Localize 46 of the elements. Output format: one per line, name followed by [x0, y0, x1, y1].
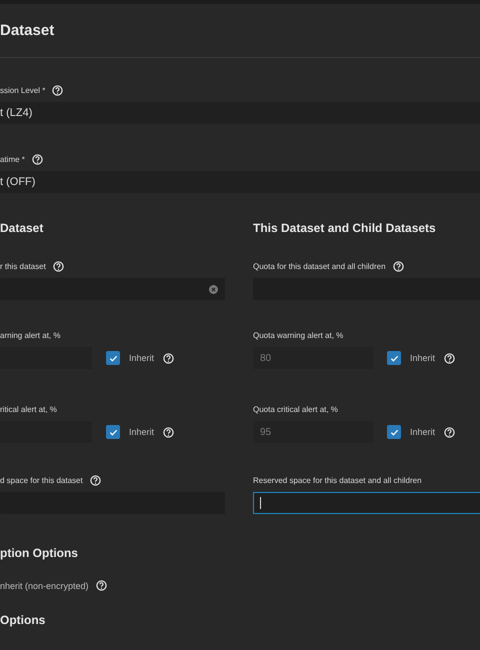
help-icon[interactable]: [32, 154, 43, 164]
field-label: Quota warning alert at, %: [253, 330, 344, 340]
checkbox-label: Inherit: [410, 427, 436, 437]
field-label: d space for this dataset: [0, 476, 83, 484]
checkmark-icon: [108, 428, 118, 436]
checkbox[interactable]: [106, 351, 120, 365]
option-label: nherit (non-encrypted): [0, 580, 89, 590]
text-cursor: [260, 497, 261, 509]
help-icon[interactable]: [392, 260, 404, 272]
field-label: Quota critical alert at, %: [253, 404, 338, 414]
section-title: Options: [0, 613, 46, 627]
field-label: Reserved space for this dataset and all children: [253, 476, 422, 484]
help-icon[interactable]: [444, 352, 456, 364]
checkbox[interactable]: [106, 425, 120, 439]
select-field[interactable]: t (OFF): [0, 171, 480, 193]
checkmark-icon: [108, 354, 118, 362]
clear-icon[interactable]: [209, 284, 218, 294]
field-label: ssion Level *: [0, 86, 46, 94]
checkbox[interactable]: [387, 425, 401, 439]
checkbox-label: Inherit: [410, 353, 436, 363]
section-title: Dataset: [0, 221, 44, 237]
help-icon[interactable]: [52, 260, 64, 272]
input-field[interactable]: [253, 492, 480, 514]
checkmark-icon: [390, 354, 398, 362]
help-icon[interactable]: [52, 84, 64, 96]
help-icon[interactable]: [90, 474, 101, 486]
field-label: Quota for this dataset and all children: [253, 262, 386, 270]
section-title: ption Options: [0, 546, 79, 560]
field-label: r this dataset: [0, 262, 46, 270]
field-label: arning alert at, %: [0, 330, 60, 340]
help-icon[interactable]: [96, 580, 107, 591]
select-field[interactable]: t (LZ4): [0, 102, 480, 124]
page-title: Dataset: [0, 22, 54, 39]
input-field[interactable]: [0, 278, 225, 300]
help-icon[interactable]: [163, 352, 174, 364]
field-label: atime *: [0, 154, 25, 164]
checkbox[interactable]: [387, 351, 401, 365]
help-icon[interactable]: [163, 426, 174, 438]
field-label: ritical alert at, %: [0, 404, 57, 414]
checkmark-icon: [390, 428, 398, 436]
section-title: This Dataset and Child Datasets: [253, 221, 437, 237]
input-field[interactable]: 80: [253, 347, 373, 369]
help-icon[interactable]: [444, 426, 456, 438]
checkbox-label: Inherit: [129, 353, 154, 363]
input-field[interactable]: 95: [253, 421, 373, 443]
checkbox-label: Inherit: [129, 427, 154, 437]
